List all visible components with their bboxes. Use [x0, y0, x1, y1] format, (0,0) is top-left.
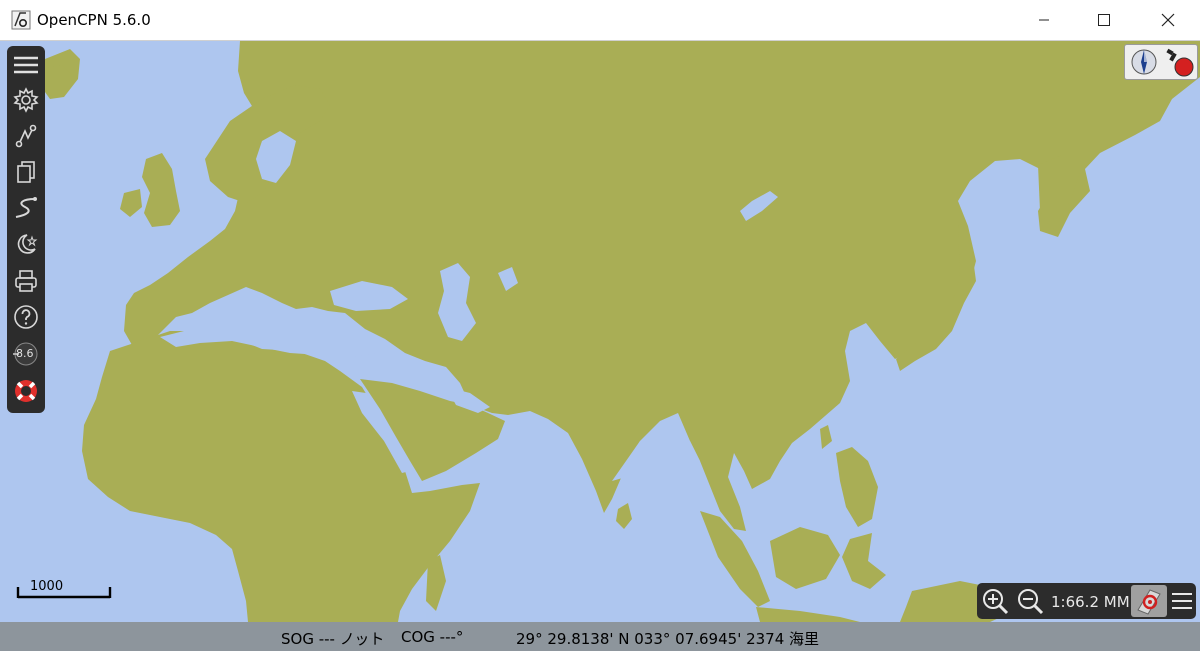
chart-quilt-icon[interactable] [1131, 585, 1167, 617]
lifebuoy-icon[interactable] [9, 374, 43, 408]
zoom-in-icon[interactable] [979, 585, 1011, 617]
track-icon[interactable] [9, 191, 43, 225]
compass-icon [1131, 49, 1157, 75]
help-question-icon[interactable] [9, 300, 43, 334]
scale-bar-label: 1000 [30, 579, 64, 594]
maximize-button[interactable] [1076, 0, 1132, 40]
landmass [35, 41, 1200, 622]
tide-icon[interactable]: 8.6 [9, 337, 43, 371]
chart-scale-readout: 1:66.2 MM [1051, 593, 1130, 611]
minimize-button[interactable] [1016, 0, 1072, 40]
pages-icon[interactable] [9, 155, 43, 189]
compass-widget[interactable] [1124, 44, 1198, 80]
title-bar: OpenCPN 5.6.0 [0, 0, 1200, 41]
moon-star-icon[interactable] [9, 227, 43, 261]
gps-status-icon [1166, 48, 1194, 77]
window-title: OpenCPN 5.6.0 [37, 11, 151, 29]
main-toolbar: 8.6 [7, 46, 45, 413]
zoom-out-icon[interactable] [1014, 585, 1046, 617]
printer-icon[interactable] [9, 264, 43, 298]
chart-menu-hamburger-icon[interactable] [1169, 585, 1195, 617]
close-button[interactable] [1140, 0, 1196, 40]
cog-readout: COG ---° [401, 628, 464, 646]
chart-canvas[interactable] [0, 41, 1200, 622]
tide-level-label: 8.6 [16, 347, 34, 360]
gear-icon[interactable] [9, 83, 43, 117]
menu-hamburger-icon[interactable] [9, 48, 43, 82]
cursor-position-readout: 29° 29.8138' N 033° 07.6945' 2374 海里 [516, 630, 820, 648]
sog-readout: SOG --- ノット [281, 630, 385, 648]
opencpn-app-icon [11, 10, 31, 30]
route-icon[interactable] [9, 119, 43, 153]
